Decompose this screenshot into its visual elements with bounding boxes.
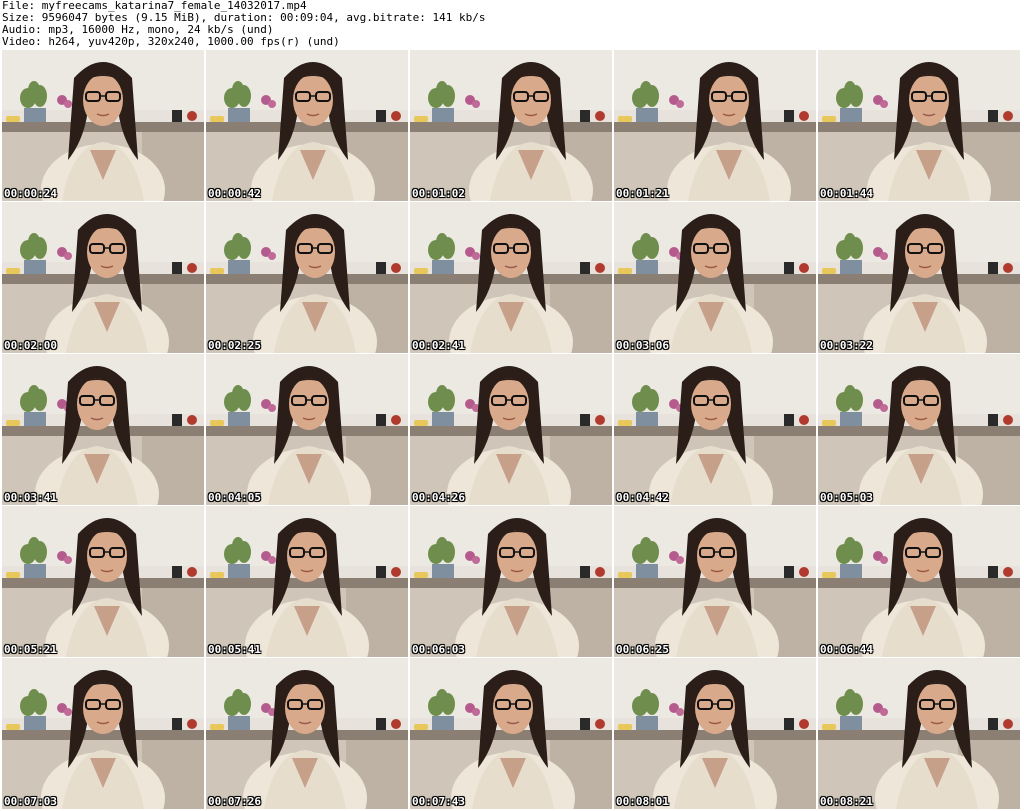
webcam-frame-image <box>614 202 816 353</box>
webcam-frame-image <box>410 202 612 353</box>
thumbnail-timestamp: 00:01:44 <box>820 187 873 200</box>
video-thumbnail: 00:02:25 <box>206 202 408 353</box>
webcam-frame-image <box>2 50 204 201</box>
video-thumbnail: 00:05:21 <box>2 506 204 657</box>
thumbnail-timestamp: 00:08:01 <box>616 795 669 808</box>
thumbnail-timestamp: 00:07:26 <box>208 795 261 808</box>
thumbnail-timestamp: 00:07:03 <box>4 795 57 808</box>
webcam-frame-image <box>614 50 816 201</box>
webcam-frame-image <box>206 354 408 505</box>
webcam-frame-image <box>206 202 408 353</box>
video-thumbnail: 00:05:03 <box>818 354 1020 505</box>
thumbnail-timestamp: 00:03:41 <box>4 491 57 504</box>
thumbnail-timestamp: 00:08:21 <box>820 795 873 808</box>
video-thumbnail: 00:07:43 <box>410 658 612 809</box>
video-thumbnail: 00:04:42 <box>614 354 816 505</box>
webcam-frame-image <box>818 354 1020 505</box>
video-thumbnail: 00:02:41 <box>410 202 612 353</box>
video-thumbnail: 00:00:24 <box>2 50 204 201</box>
video-thumbnail: 00:06:44 <box>818 506 1020 657</box>
video-thumbnail: 00:02:00 <box>2 202 204 353</box>
webcam-frame-image <box>206 50 408 201</box>
webcam-frame-image <box>2 202 204 353</box>
webcam-frame-image <box>818 202 1020 353</box>
thumbnail-timestamp: 00:04:42 <box>616 491 669 504</box>
webcam-frame-image <box>614 506 816 657</box>
webcam-frame-image <box>410 50 612 201</box>
video-thumbnail: 00:05:41 <box>206 506 408 657</box>
thumbnail-timestamp: 00:02:41 <box>412 339 465 352</box>
video-thumbnail: 00:03:41 <box>2 354 204 505</box>
video-thumbnail: 00:06:25 <box>614 506 816 657</box>
thumbnail-timestamp: 00:04:26 <box>412 491 465 504</box>
thumbnail-timestamp: 00:07:43 <box>412 795 465 808</box>
thumbnail-timestamp: 00:05:41 <box>208 643 261 656</box>
webcam-frame-image <box>410 658 612 809</box>
thumbnail-timestamp: 00:03:06 <box>616 339 669 352</box>
webcam-frame-image <box>410 354 612 505</box>
video-thumbnail: 00:01:02 <box>410 50 612 201</box>
webcam-frame-image <box>2 354 204 505</box>
thumbnail-timestamp: 00:03:22 <box>820 339 873 352</box>
video-thumbnail: 00:07:26 <box>206 658 408 809</box>
webcam-frame-image <box>2 506 204 657</box>
webcam-frame-image <box>614 658 816 809</box>
video-thumbnail: 00:08:01 <box>614 658 816 809</box>
thumbnail-grid: 00:00:24 00:00:42 00:01:02 00:01:21 00:0… <box>2 50 1022 810</box>
webcam-frame-image <box>206 506 408 657</box>
video-thumbnail: 00:04:26 <box>410 354 612 505</box>
video-info-line: Video: h264, yuv420p, 320x240, 1000.00 f… <box>2 35 340 48</box>
video-thumbnail: 00:00:42 <box>206 50 408 201</box>
video-thumbnail: 00:01:44 <box>818 50 1020 201</box>
webcam-frame-image <box>410 506 612 657</box>
webcam-frame-image <box>818 658 1020 809</box>
webcam-frame-image <box>818 50 1020 201</box>
video-thumbnail: 00:08:21 <box>818 658 1020 809</box>
thumbnail-timestamp: 00:05:03 <box>820 491 873 504</box>
webcam-frame-image <box>2 658 204 809</box>
thumbnail-timestamp: 00:06:44 <box>820 643 873 656</box>
thumbnail-timestamp: 00:02:25 <box>208 339 261 352</box>
video-thumbnail: 00:06:03 <box>410 506 612 657</box>
video-thumbnail: 00:03:06 <box>614 202 816 353</box>
webcam-frame-image <box>818 506 1020 657</box>
webcam-frame-image <box>206 658 408 809</box>
video-thumbnail: 00:07:03 <box>2 658 204 809</box>
thumbnail-timestamp: 00:06:25 <box>616 643 669 656</box>
video-thumbnail: 00:04:05 <box>206 354 408 505</box>
thumbnail-timestamp: 00:00:24 <box>4 187 57 200</box>
thumbnail-timestamp: 00:04:05 <box>208 491 261 504</box>
webcam-frame-image <box>614 354 816 505</box>
file-info-header: File: myfreecams_katarina7_female_140320… <box>2 0 1020 49</box>
thumbnail-timestamp: 00:01:21 <box>616 187 669 200</box>
thumbnail-timestamp: 00:06:03 <box>412 643 465 656</box>
video-thumbnail: 00:01:21 <box>614 50 816 201</box>
thumbnail-timestamp: 00:01:02 <box>412 187 465 200</box>
thumbnail-timestamp: 00:02:00 <box>4 339 57 352</box>
thumbnail-timestamp: 00:00:42 <box>208 187 261 200</box>
thumbnail-timestamp: 00:05:21 <box>4 643 57 656</box>
video-thumbnail: 00:03:22 <box>818 202 1020 353</box>
